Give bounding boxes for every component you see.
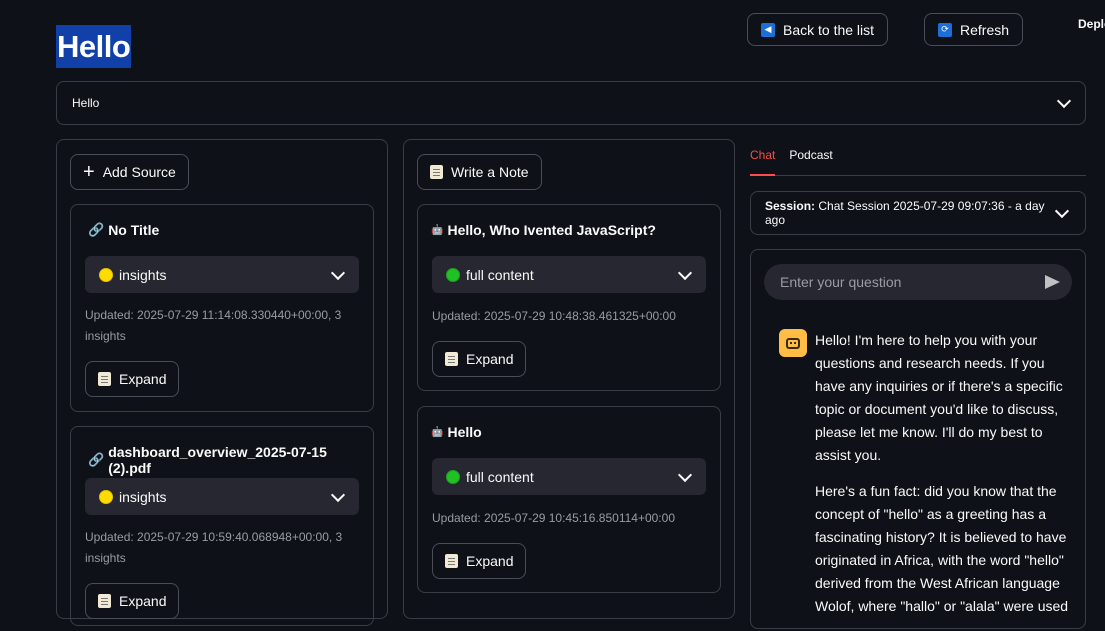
message-paragraph: Hello! I'm here to help you with your qu…: [815, 332, 1063, 463]
send-icon[interactable]: [1045, 275, 1060, 289]
chevron-down-icon: [330, 487, 346, 502]
back-to-list-button[interactable]: ◀ Back to the list: [747, 13, 889, 46]
expand-label: Expand: [466, 553, 514, 569]
expand-button[interactable]: Expand: [85, 583, 180, 619]
session-select[interactable]: Session: Chat Session 2025-07-29 09:07:3…: [750, 191, 1086, 235]
add-source-button[interactable]: + Add Source: [70, 154, 189, 190]
expand-label: Expand: [119, 593, 167, 609]
deploy-button[interactable]: Deplo: [1078, 17, 1105, 31]
robot-icon: 🤖: [431, 224, 444, 236]
back-icon: ◀: [761, 22, 775, 37]
note-status-select[interactable]: full content: [432, 458, 706, 495]
note-card: 🤖 Hello full content Updated: 2025-07-29…: [417, 406, 721, 593]
chevron-down-icon: [677, 265, 693, 280]
source-status-select[interactable]: insights: [85, 478, 359, 515]
expand-label: Expand: [119, 371, 167, 387]
plus-icon: +: [83, 161, 95, 183]
add-source-label: Add Source: [102, 164, 176, 180]
green-circle-icon: [446, 469, 460, 484]
robot-icon: [786, 337, 800, 349]
assistant-avatar: [779, 329, 807, 357]
yellow-circle-icon: [99, 489, 113, 504]
yellow-circle-icon: [99, 267, 113, 282]
chevron-down-icon: [330, 265, 346, 280]
chevron-down-icon: [677, 467, 693, 482]
session-label: Session:: [765, 199, 816, 213]
note-title: Hello, Who Ivented JavaScript?: [447, 222, 656, 238]
tab-divider: [750, 175, 1086, 176]
link-icon: 🔗: [88, 222, 105, 237]
source-title: dashboard_overview_2025-07-15 (2).pdf: [108, 444, 327, 476]
source-meta: Updated: 2025-07-29 11:14:08.330440+00:0…: [85, 308, 342, 343]
note-status-select[interactable]: full content: [432, 256, 706, 293]
green-circle-icon: [446, 267, 460, 282]
page-title: Hello: [56, 25, 132, 68]
source-card: 🔗 No Title insights Updated: 2025-07-29 …: [70, 204, 374, 412]
memo-icon: [430, 165, 443, 179]
source-card: 🔗 dashboard_overview_2025-07-15 (2).pdf …: [70, 426, 374, 626]
refresh-button[interactable]: ⟳ Refresh: [924, 13, 1024, 46]
note-status-value: full content: [466, 266, 534, 283]
memo-icon: [445, 554, 458, 568]
memo-icon: [98, 372, 111, 386]
chat-input[interactable]: Enter your question: [764, 264, 1072, 300]
link-icon: 🔗: [88, 452, 105, 467]
tab-chat[interactable]: Chat: [750, 148, 775, 162]
message-paragraph: Here's a fun fact: did you know that the…: [815, 483, 1069, 614]
chevron-down-icon: [1056, 93, 1072, 109]
source-meta: Updated: 2025-07-29 10:59:40.068948+00:0…: [85, 530, 343, 565]
chat-input-placeholder: Enter your question: [780, 274, 902, 290]
source-status-select[interactable]: insights: [85, 256, 359, 293]
note-card: 🤖 Hello, Who Ivented JavaScript? full co…: [417, 204, 721, 391]
memo-icon: [445, 352, 458, 366]
notebook-select-value: Hello: [72, 96, 100, 110]
expand-button[interactable]: Expand: [85, 361, 180, 397]
note-status-value: full content: [466, 468, 534, 485]
source-title: No Title: [108, 222, 160, 238]
source-status-value: insights: [119, 266, 167, 283]
tab-podcast[interactable]: Podcast: [789, 148, 832, 162]
note-meta: Updated: 2025-07-29 10:48:38.461325+00:0…: [432, 309, 676, 323]
tab-active-indicator: [750, 174, 775, 176]
write-note-button[interactable]: Write a Note: [417, 154, 542, 190]
write-note-label: Write a Note: [451, 164, 529, 180]
refresh-label: Refresh: [960, 21, 1010, 38]
chat-tabs: Chat Podcast: [750, 148, 833, 162]
assistant-message: Hello! I'm here to help you with your qu…: [815, 329, 1077, 631]
robot-icon: 🤖: [431, 426, 444, 438]
notebook-select[interactable]: Hello: [56, 81, 1086, 125]
refresh-icon: ⟳: [938, 22, 952, 37]
session-text: Session: Chat Session 2025-07-29 09:07:3…: [765, 199, 1057, 227]
note-title: Hello: [447, 424, 482, 440]
source-status-value: insights: [119, 488, 167, 505]
back-to-list-label: Back to the list: [783, 21, 875, 38]
note-meta: Updated: 2025-07-29 10:45:16.850114+00:0…: [432, 511, 675, 525]
expand-button[interactable]: Expand: [432, 543, 527, 579]
memo-icon: [98, 594, 111, 608]
expand-button[interactable]: Expand: [432, 341, 527, 377]
expand-label: Expand: [466, 351, 514, 367]
